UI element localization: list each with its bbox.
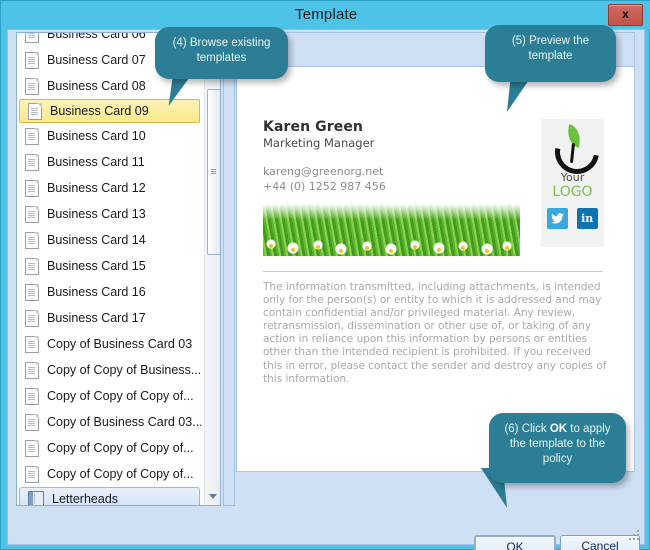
document-icon — [25, 361, 39, 379]
document-icon — [25, 205, 39, 223]
document-icon — [28, 102, 42, 120]
list-item-label: Business Card 11 — [47, 155, 145, 169]
document-icon — [25, 127, 39, 145]
cancel-button[interactable]: Cancel — [560, 535, 640, 550]
leaf-logo-icon — [545, 121, 608, 183]
list-item[interactable]: Copy of Business Card 03 — [17, 331, 206, 357]
list-item[interactable]: Copy of Copy of Copy of... — [17, 461, 206, 487]
disclaimer-text: The information transmitted, including a… — [263, 281, 607, 385]
list-group-header[interactable]: Letterheads — [19, 487, 200, 506]
list-item-label: Business Card 07 — [47, 53, 146, 67]
document-icon — [25, 309, 39, 327]
list-item-label: Copy of Copy of Business... — [47, 363, 202, 377]
list-item[interactable]: Copy of Copy of Copy of... — [17, 383, 206, 409]
divider-rule — [263, 271, 603, 272]
list-item-label: Business Card 12 — [47, 181, 146, 195]
ok-accel: O — [506, 540, 516, 550]
document-icon — [25, 257, 39, 275]
list-item-label: Business Card 13 — [47, 207, 146, 221]
list-item[interactable]: Business Card 10 — [17, 123, 206, 149]
document-icon — [25, 153, 39, 171]
folder-icon — [28, 490, 44, 505]
list-item-label: Business Card 16 — [47, 285, 146, 299]
document-icon — [25, 231, 39, 249]
template-list[interactable]: Business Card 06 Business Card 07 Business… — [16, 32, 221, 506]
document-icon — [25, 51, 39, 69]
ok-button[interactable]: OK — [474, 535, 556, 550]
window-frame: Template x Business Card 06 Business Card… — [0, 0, 650, 550]
list-item-label: Business Card 17 — [47, 311, 146, 325]
list-item-label: Copy of Copy of Copy of... — [47, 467, 194, 481]
document-icon — [25, 413, 39, 431]
panel-divider-strip — [223, 32, 235, 506]
list-item[interactable]: Business Card 16 — [17, 279, 206, 305]
linkedin-icon[interactable]: in — [576, 208, 598, 229]
list-scrollbar[interactable] — [204, 33, 220, 505]
list-item[interactable]: Business Card 13 — [17, 201, 206, 227]
close-icon[interactable]: x — [608, 4, 643, 26]
social-icons: in — [541, 208, 604, 229]
list-item[interactable]: Copy of Business Card 03... — [17, 409, 206, 435]
callout-preview-template: (5) Preview the template — [485, 25, 616, 82]
callout-6-pre: (6) Click — [504, 423, 550, 435]
flower-centers — [263, 238, 520, 256]
list-item[interactable]: Business Card 17 — [17, 305, 206, 331]
document-icon — [25, 283, 39, 301]
list-item[interactable]: Business Card 11 — [17, 149, 206, 175]
business-card-preview: Karen Green Marketing Manager kareng@gre… — [263, 119, 608, 256]
resize-grip[interactable] — [629, 530, 640, 541]
list-scrollbar-thumb[interactable] — [207, 89, 220, 255]
document-icon — [25, 77, 39, 95]
list-item-label: Business Card 10 — [47, 129, 146, 143]
list-item-label: Business Card 15 — [47, 259, 146, 273]
logo-logo-text: LOGO — [552, 184, 593, 200]
window-title: Template — [295, 6, 358, 23]
document-icon — [25, 335, 39, 353]
logo-block: Your LOGO in — [541, 119, 608, 247]
list-item-label: Copy of Copy of Copy of... — [47, 441, 194, 455]
grass-flowers-banner-image — [263, 204, 520, 256]
list-item-label: Letterheads — [52, 492, 119, 506]
list-item-label: Copy of Copy of Copy of... — [47, 389, 194, 403]
list-item-label: Copy of Business Card 03 — [47, 337, 193, 351]
document-icon — [25, 439, 39, 457]
list-item-label: Business Card 08 — [47, 79, 146, 93]
screenshot-root: Template x Business Card 06 Business Card… — [0, 0, 650, 550]
list-item-label: Business Card 09 — [50, 104, 149, 118]
callout-click-ok: (6) Click OK to apply the template to th… — [489, 413, 626, 483]
document-icon — [25, 387, 39, 405]
list-item[interactable]: Business Card 14 — [17, 227, 206, 253]
document-icon — [25, 33, 39, 43]
list-item[interactable]: Copy of Copy of Business... — [17, 357, 206, 383]
list-item-label: Business Card 14 — [47, 233, 146, 247]
document-icon — [25, 179, 39, 197]
document-icon — [25, 465, 39, 483]
scroll-down-arrow-icon[interactable] — [205, 488, 220, 505]
list-item[interactable]: Business Card 15 — [17, 253, 206, 279]
twitter-icon[interactable] — [547, 208, 569, 229]
list-item-label: Copy of Business Card 03... — [47, 415, 203, 429]
callout-6-bold: OK — [549, 423, 568, 435]
list-item[interactable]: Copy of Copy of Copy of... — [17, 435, 206, 461]
ok-rest: K — [515, 540, 524, 550]
callout-browse-templates: (4) Browse existing templates — [155, 27, 288, 79]
template-preview-panel: Karen Green Marketing Manager kareng@gre… — [236, 32, 635, 472]
list-item[interactable]: Business Card 12 — [17, 175, 206, 201]
list-item-label: Business Card 06 — [47, 32, 146, 41]
